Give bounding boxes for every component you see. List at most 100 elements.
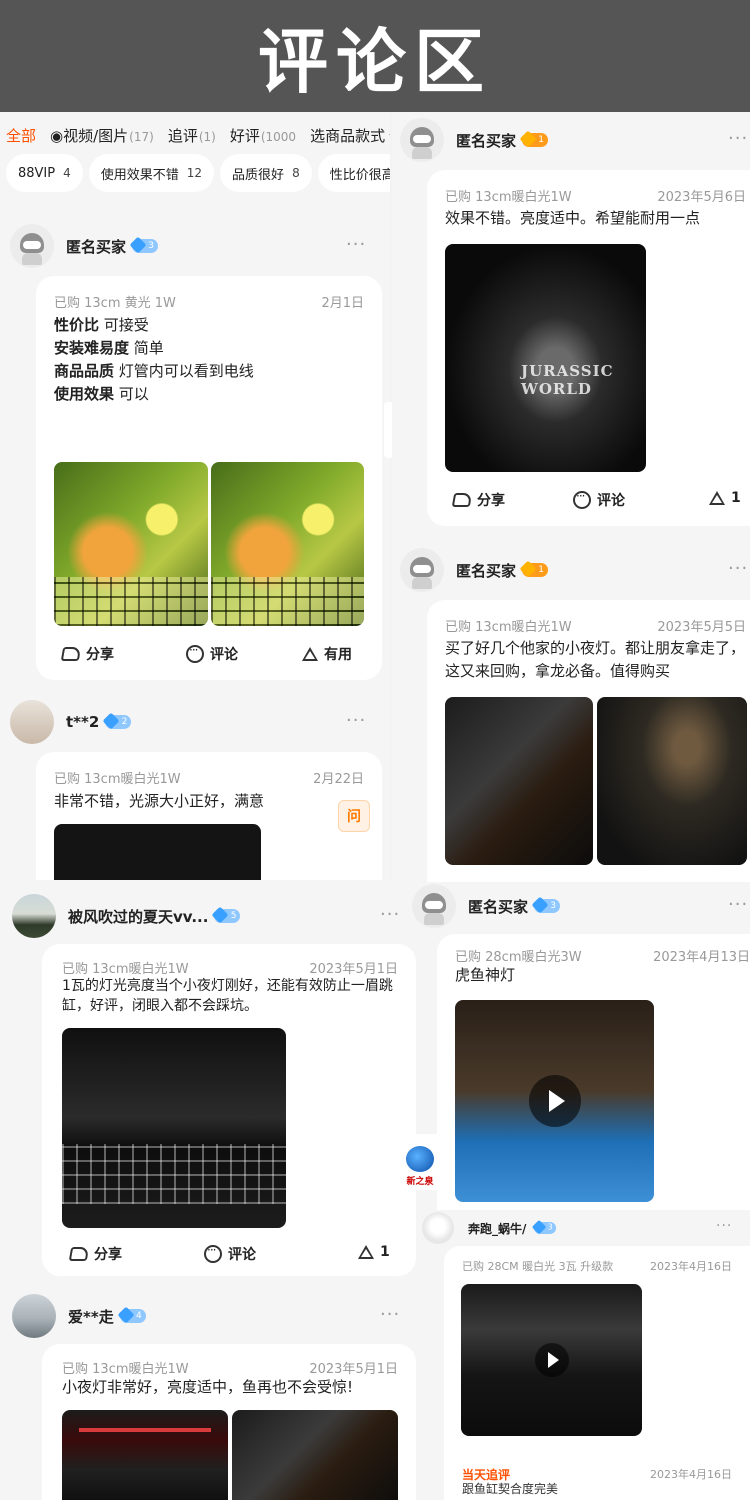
review-photo[interactable]	[54, 824, 261, 880]
avatar[interactable]	[12, 894, 56, 938]
vip-level-badge: 1	[519, 130, 549, 148]
review-photo[interactable]	[54, 462, 208, 626]
tab-all[interactable]: 全部	[6, 125, 36, 146]
review-text: 买了好几个他家的小夜灯。都让朋友拿走了，这又来回购，拿龙必备。值得购买	[445, 639, 746, 680]
chip-good-effect[interactable]: 使用效果不错 12	[88, 154, 215, 192]
more-options-icon[interactable]: ···	[728, 894, 748, 915]
review-video[interactable]	[455, 1000, 654, 1202]
diamond-icon	[531, 896, 549, 914]
crown-icon	[519, 560, 537, 578]
review-date: 2月22日	[313, 772, 364, 787]
comment-button[interactable]: 评论	[204, 1243, 256, 1264]
followup-text: 跟鱼缸契合度完美	[462, 1482, 559, 1496]
comment-button[interactable]: 评论	[186, 643, 238, 664]
username[interactable]: 匿名买家	[468, 896, 528, 917]
review-line: 性价比 可接受	[54, 316, 149, 334]
review-header: t**2 2	[10, 700, 132, 744]
username[interactable]: 匿名买家	[66, 236, 126, 257]
chip-value[interactable]: 性比价很高	[317, 154, 390, 192]
review-date: 2023年4月13日	[653, 950, 750, 965]
more-options-icon[interactable]: ···	[346, 710, 366, 731]
username[interactable]: t**2	[66, 713, 99, 731]
review-line: 安装难易度 简单	[54, 339, 164, 357]
share-button[interactable]: 分享	[60, 644, 114, 664]
comment-button[interactable]: 评论	[573, 489, 625, 510]
tab-media[interactable]: ◉视频/图片(17)	[50, 125, 154, 146]
diamond-icon	[117, 1306, 135, 1324]
review-line: 使用效果 可以	[54, 385, 149, 403]
review-card: 已购 13cm暖白光1W 2023年5月1日 1瓦的灯光亮度当个小夜灯刚好，还能…	[42, 944, 416, 1276]
chip-88vip[interactable]: 88VIP 4	[6, 154, 83, 192]
username[interactable]: 爱**走	[68, 1306, 114, 1327]
review-header: 匿名买家 1	[400, 118, 549, 162]
chip-good-quality[interactable]: 品质很好 8	[220, 154, 312, 192]
play-icon[interactable]	[534, 1343, 569, 1377]
fish-logo-icon	[406, 1146, 434, 1172]
more-options-icon[interactable]: ···	[728, 558, 748, 579]
review-video[interactable]	[461, 1284, 642, 1436]
review-text: 非常不错，光源大小正好，满意	[54, 792, 265, 810]
crown-icon	[519, 130, 537, 148]
play-icon[interactable]	[528, 1075, 581, 1127]
review-header: 奔跑_蜗牛/ 3	[422, 1212, 558, 1244]
review-text: 虎鱼神灯	[455, 966, 516, 984]
share-button[interactable]: 分享	[451, 490, 505, 510]
diamond-icon	[129, 236, 147, 254]
avatar[interactable]	[10, 224, 54, 268]
review-card: 已购 28CM 暖白光 3瓦 升级款 2023年4月16日 当天追评 2023年…	[444, 1246, 750, 1500]
brand-logo: 新之泉	[398, 1134, 442, 1190]
useful-button[interactable]: 1	[709, 490, 741, 506]
tab-followup[interactable]: 追评(1)	[168, 125, 216, 146]
filter-tabs: 全部 ◉视频/图片(17) 追评(1) 好评(1000 选商品款式	[0, 118, 390, 152]
diamond-icon	[102, 712, 120, 730]
thumb-icon	[358, 1245, 374, 1259]
avatar[interactable]	[12, 1294, 56, 1338]
ask-button[interactable]: 问	[338, 800, 370, 832]
review-date: 2023年5月5日	[657, 620, 746, 635]
page-header: 评论区	[0, 0, 750, 112]
more-options-icon[interactable]: ···	[380, 904, 400, 925]
more-options-icon[interactable]: ···	[346, 234, 366, 255]
review-card: 已购 13cm暖白光1W 2023年5月5日 买了好几个他家的小夜灯。都让朋友拿…	[427, 600, 750, 882]
share-button[interactable]: 分享	[68, 1244, 122, 1264]
useful-button[interactable]: 1	[358, 1244, 390, 1260]
review-photo[interactable]	[232, 1410, 398, 1500]
username[interactable]: 奔跑_蜗牛/	[468, 1220, 526, 1237]
username[interactable]: 匿名买家	[456, 130, 516, 151]
review-date: 2023年5月1日	[309, 962, 398, 977]
review-photo[interactable]	[211, 462, 364, 626]
tab-positive[interactable]: 好评(1000	[230, 125, 296, 146]
avatar[interactable]	[400, 548, 444, 592]
avatar[interactable]	[422, 1212, 454, 1244]
more-options-icon[interactable]: ···	[380, 1304, 400, 1325]
photo-watermark-text: JURASSIC WORLD	[521, 362, 614, 398]
review-text: 效果不错。亮度适中。希望能耐用一点	[445, 209, 701, 227]
review-card: 已购 13cm 黄光 1W 2月1日 性价比 可接受 安装难易度 简单 商品品质…	[36, 276, 382, 680]
review-photo[interactable]	[445, 697, 593, 865]
avatar[interactable]	[412, 884, 456, 928]
share-icon	[68, 1247, 90, 1261]
diamond-icon	[211, 906, 229, 924]
purchase-info: 已购 28CM 暖白光 3瓦 升级款	[462, 1260, 614, 1273]
review-date: 2023年5月1日	[309, 1362, 398, 1377]
useful-button[interactable]: 有用	[302, 644, 352, 664]
purchase-info: 已购 13cm暖白光1W	[62, 1362, 189, 1377]
review-date: 2023年4月16日	[650, 1260, 732, 1273]
review-header: 被风吹过的夏天vv... 5	[12, 894, 241, 938]
thumb-icon	[302, 647, 318, 661]
review-header: 匿名买家 3	[412, 884, 561, 928]
tab-select-variant[interactable]: 选商品款式	[310, 125, 390, 146]
more-options-icon[interactable]: ···	[716, 1218, 732, 1234]
review-photo[interactable]	[62, 1028, 286, 1228]
review-photo[interactable]: JURASSIC WORLD	[445, 244, 646, 472]
avatar[interactable]	[400, 118, 444, 162]
review-photo[interactable]	[597, 697, 747, 865]
review-line: 商品品质 灯管内可以看到电线	[54, 362, 254, 380]
share-icon	[451, 493, 473, 507]
review-date: 2023年5月6日	[657, 190, 746, 205]
review-photo[interactable]	[62, 1410, 228, 1500]
username[interactable]: 被风吹过的夏天vv...	[68, 906, 208, 927]
more-options-icon[interactable]: ···	[728, 128, 748, 149]
avatar[interactable]	[10, 700, 54, 744]
username[interactable]: 匿名买家	[456, 560, 516, 581]
